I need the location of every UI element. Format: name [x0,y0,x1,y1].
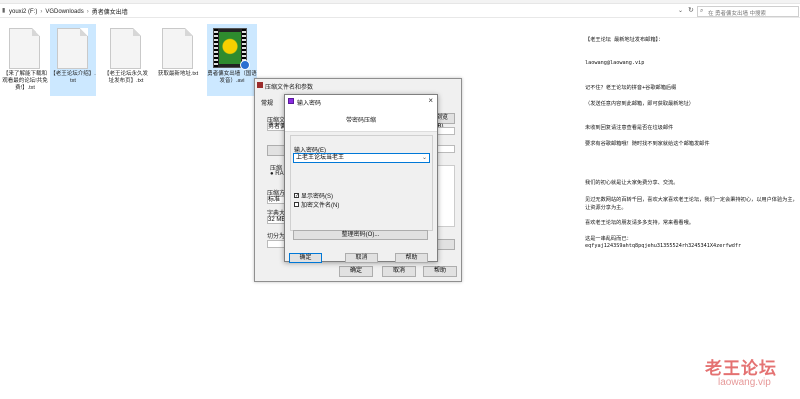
file-name: 勇者傭女出墙（国语发音）.avi [207,71,257,84]
watermark-logo: 老王论坛 [705,359,777,378]
split-label: 切分为 [267,234,286,240]
breadcrumb-folder[interactable]: VGDownloads [45,9,83,15]
key-icon [288,98,294,104]
folder-icon: ▮ [2,8,6,14]
close-icon[interactable]: × [428,96,433,105]
notice-line: 喜欢老王论坛的朋友请多多支持，常来看看哦。 [585,220,694,226]
password-dialog: 输入密码 × 带密码压缩 输入密码(E) 上老王论坛当老王 ⌄ ✓ 显示密码(S… [284,94,438,263]
checkbox-checked-icon: ✓ [294,193,300,199]
refresh-icon[interactable]: ↻ [688,6,694,14]
notice-line: 【老王论坛 最新地址发布邮箱】： [585,37,664,43]
rar-label: RA [275,171,284,177]
file-item[interactable]: 【来了解能下载和观看最的论坛!共免费!】.txt [2,24,48,96]
notice-line: eqfyaj1243S9ahtq8pqjehu31355524rh3245341… [585,243,742,249]
file-item[interactable]: 勇者傭女出墙（国语发音）.avi [207,24,257,96]
file-item[interactable]: 【老王论坛介绍】.txt [50,24,96,96]
search-input[interactable]: ⌕ 在 勇者傭女出墙 中搜索 [697,6,799,17]
breadcrumb-drive[interactable]: youxi2 (F:) [9,9,37,15]
file-name: 获取最新地址.txt [157,71,199,77]
text-file-icon [57,28,88,69]
notice-email[interactable]: laowang@laowang.vip [585,60,644,66]
notice-line: 我们的初心就是让大家免费分享、交流。 [585,180,679,186]
file-item[interactable]: 【老王论坛永久发址发布页】.txt [103,24,149,96]
cancel-button[interactable]: 取消 [345,253,378,263]
chevron-down-icon[interactable]: ⌄ [678,7,683,14]
breadcrumb[interactable]: youxi2 (F:) › VGDownloads › 勇者傭女出墙 [9,7,128,17]
show-password-checkbox[interactable]: ✓ 显示密码(S) [294,191,333,200]
ribbon-strip [0,0,800,4]
help-button[interactable]: 帮助 [395,253,428,263]
show-password-label: 显示密码(S) [301,194,333,200]
video-file-icon [213,28,250,70]
sync-badge-icon [240,60,250,70]
help-button[interactable]: 帮助 [423,266,457,277]
password-input[interactable]: 上老王论坛当老王 ⌄ [293,153,430,163]
notice-line: （发送任意内容到此邮箱，即可获取最新地址） [585,101,694,107]
search-placeholder: 在 勇者傭女出墙 中搜索 [708,11,767,17]
format-rar-radio[interactable]: ● RA [270,171,284,177]
text-file-icon [9,28,40,69]
encrypt-names-label: 加密文件名(N) [301,203,340,209]
checkbox-unchecked-icon [294,202,299,207]
watermark-url: laowang.vip [718,377,771,388]
file-name: 【来了解能下载和观看最的论坛!共免费!】.txt [2,71,48,91]
organize-passwords-button[interactable]: 整理密码(O)... [293,230,428,240]
screen: ▮ youxi2 (F:) › VGDownloads › 勇者傭女出墙 ⌄ ↻… [0,0,800,399]
notice-line: 要求有谷歌邮箱哦！随时找不到家就给这个邮箱发邮件 [585,141,710,147]
chevron-right-icon: › [40,8,43,15]
notice-line: 见过无数网站的百转千回，喜欢大家喜欢老王论坛，我们一定会秉持初心，以用户体验为主… [585,197,798,211]
chevron-right-icon: › [86,8,89,15]
notice-line: 未收到回复请注意查看是否在垃圾邮件 [585,125,674,131]
search-icon: ⌕ [700,8,704,14]
file-name: 【老王论坛永久发址发布页】.txt [103,71,148,84]
dialog-title: 输入密码 [297,101,322,107]
ok-button[interactable]: 确定 [289,253,322,263]
text-file-icon [162,28,193,69]
encrypt-names-checkbox[interactable]: 加密文件名(N) [294,200,339,209]
dialog-heading: 带密码压缩 [345,118,376,124]
winrar-icon [257,82,263,88]
file-item[interactable]: 获取最新地址.txt [155,24,201,96]
file-name: 【老王论坛介绍】.txt [50,71,96,84]
notice-line: 这是一串乱码而已： [585,236,632,242]
password-value: 上老王论坛当老王 [296,155,345,161]
chevron-down-icon[interactable]: ⌄ [422,154,427,162]
notice-line: 记不住？老王论坛的拼音+谷歌邮箱后缀 [585,85,677,91]
dialog-title: 压缩文件名和参数 [265,85,314,91]
cancel-button[interactable]: 取消 [382,266,416,277]
tab-general[interactable]: 常规 [261,98,273,107]
breadcrumb-current[interactable]: 勇者傭女出墙 [92,7,128,16]
text-file-icon [110,28,141,69]
ok-button[interactable]: 确定 [339,266,373,277]
